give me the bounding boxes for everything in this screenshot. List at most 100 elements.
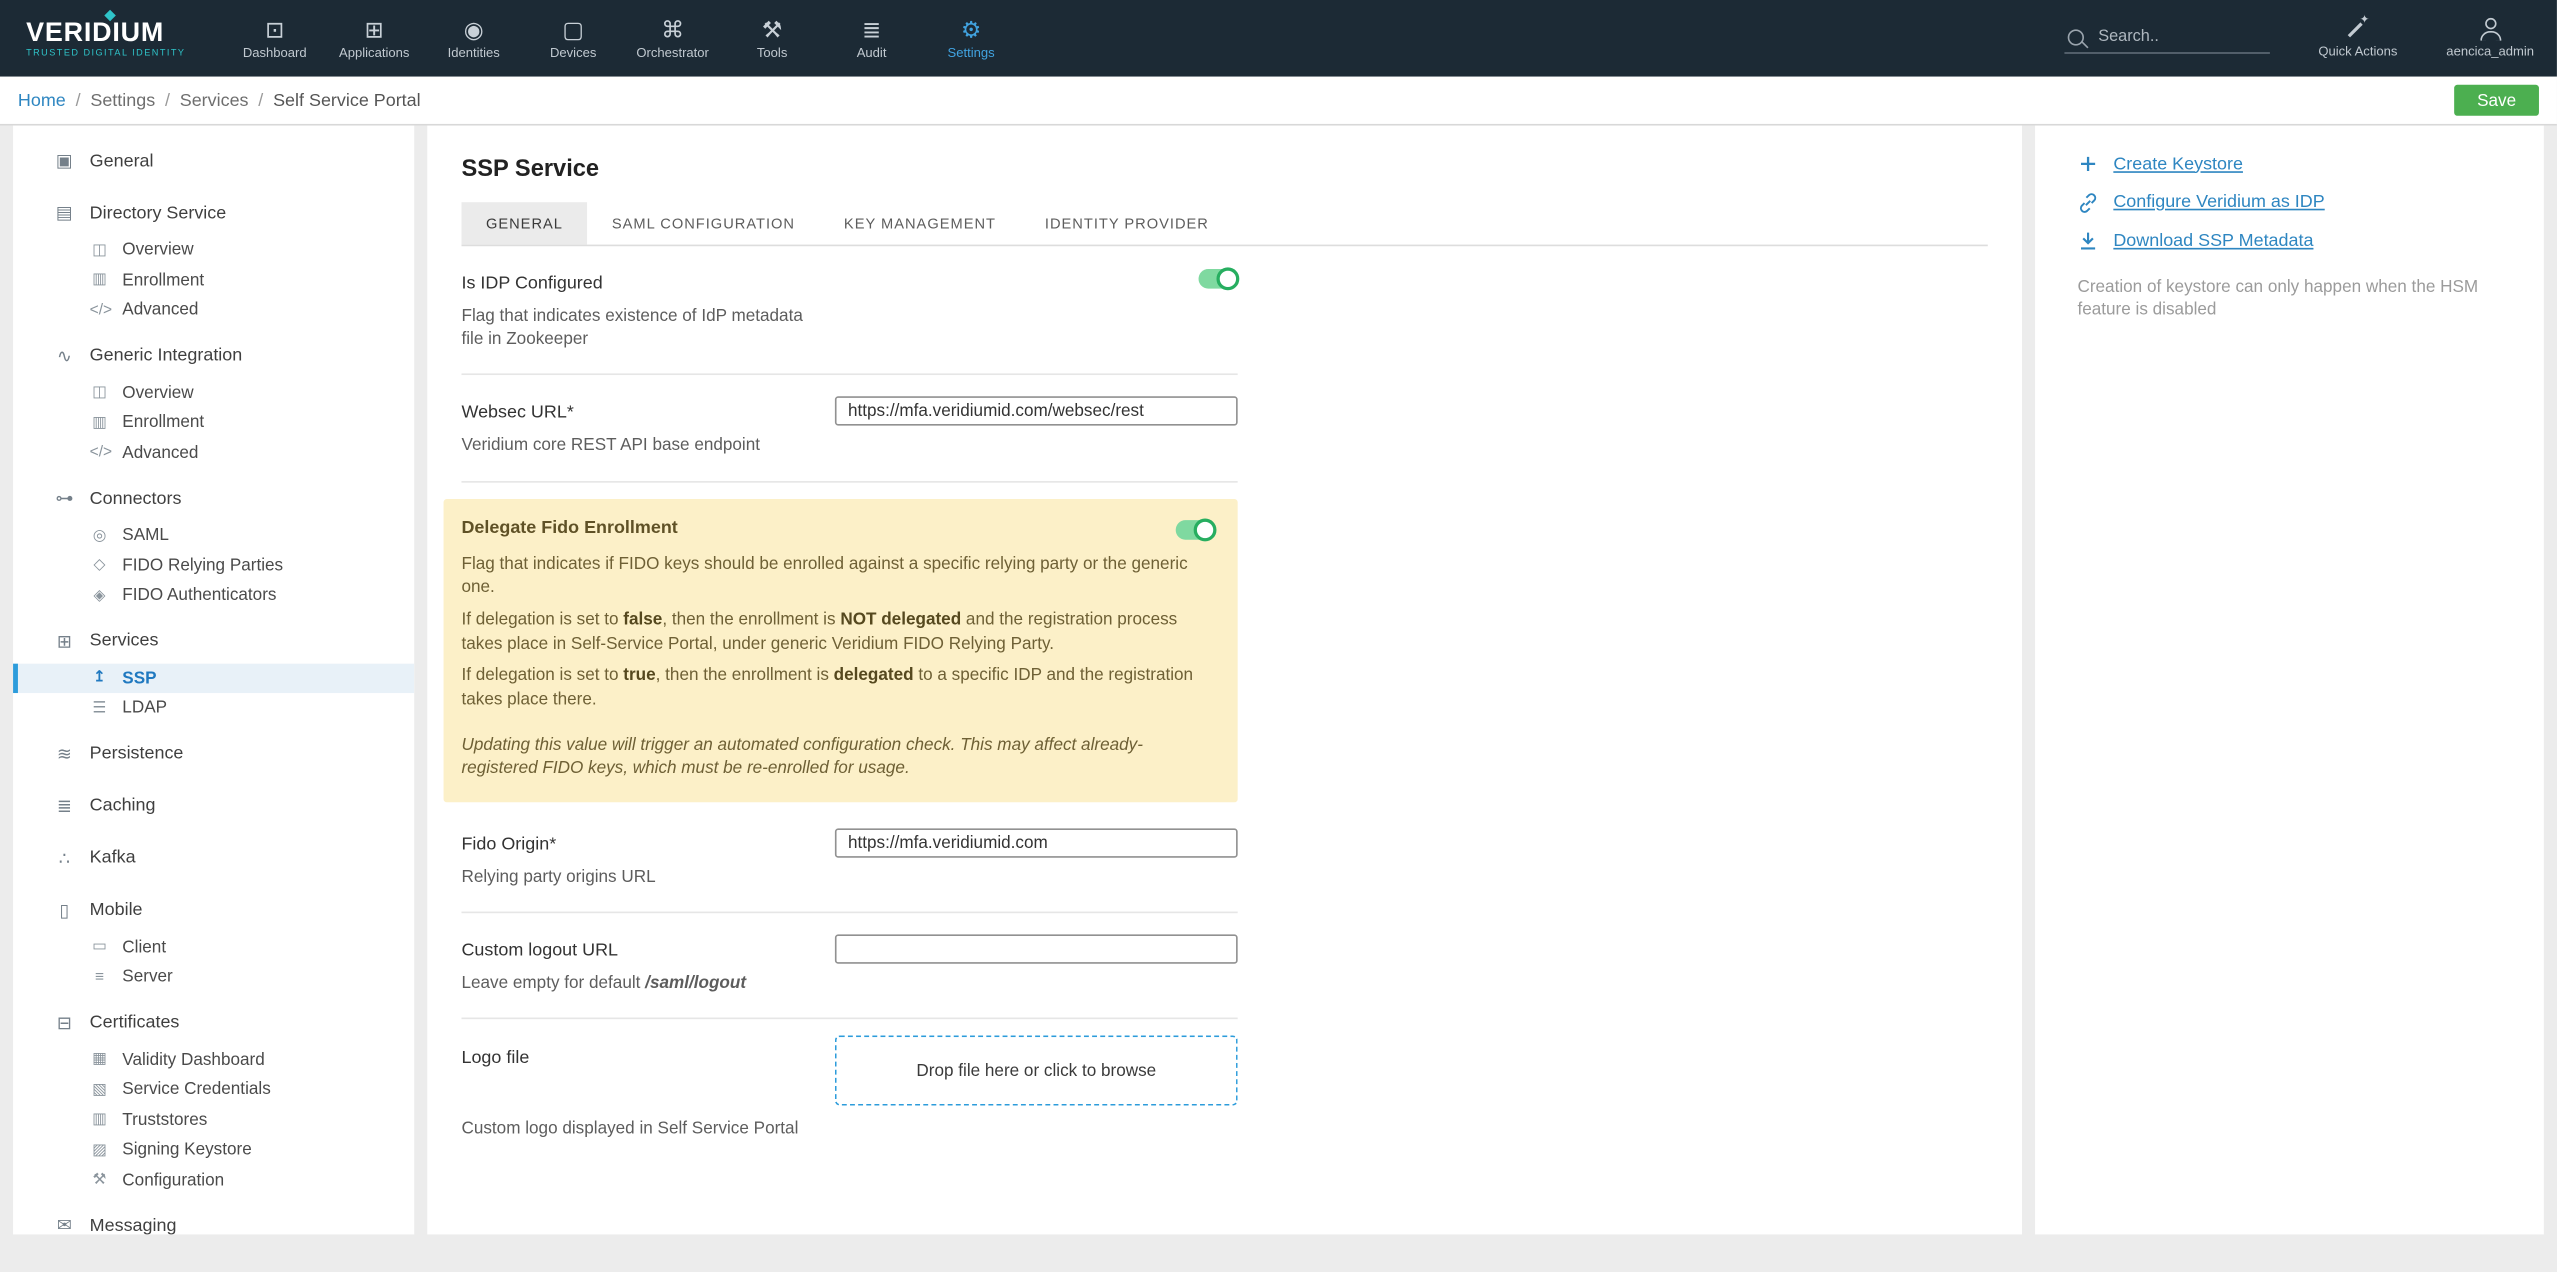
nav-identities-label: Identities bbox=[447, 45, 500, 61]
sidebar-item-directory-overview[interactable]: ◫ Overview bbox=[13, 235, 414, 265]
key-icon: ◈ bbox=[93, 586, 106, 605]
websec-url-input[interactable] bbox=[834, 396, 1238, 427]
search-icon bbox=[2067, 28, 2084, 45]
breadcrumb-home[interactable]: Home bbox=[18, 91, 66, 111]
nav-applications[interactable]: ⊞ Applications bbox=[325, 0, 424, 77]
veridium-logo[interactable]: VERIDIUM TRUSTED DIGITAL IDENTITY bbox=[26, 0, 202, 77]
server-icon: ≡ bbox=[94, 968, 104, 987]
sidebar-item-mobile-client[interactable]: ▭ Client bbox=[13, 932, 414, 962]
create-keystore-link[interactable]: Create Keystore bbox=[2077, 153, 2511, 174]
sidebar-item-validity-dashboard[interactable]: ▦ Validity Dashboard bbox=[13, 1044, 414, 1074]
sidebar-item-label: Configuration bbox=[122, 1170, 225, 1190]
services-icon: ⊞ bbox=[56, 631, 72, 652]
settings-icon: ⚙ bbox=[960, 16, 982, 43]
custom-logout-input[interactable] bbox=[834, 934, 1238, 965]
sidebar-item-fido-authenticators[interactable]: ◈ FIDO Authenticators bbox=[13, 581, 414, 611]
is-idp-configured-toggle[interactable] bbox=[1198, 267, 1240, 291]
sidebar-item-persistence[interactable]: ≋ Persistence bbox=[13, 731, 414, 775]
sidebar-item-generic-advanced[interactable]: </> Advanced bbox=[13, 438, 414, 468]
sidebar-item-services[interactable]: ⊞ Services bbox=[13, 619, 414, 663]
sidebar-item-label: Overview bbox=[122, 240, 194, 260]
quick-actions-icon bbox=[2346, 13, 2370, 41]
nav-settings[interactable]: ⚙ Settings bbox=[921, 0, 1020, 77]
logo-dropzone[interactable]: Drop file here or click to browse bbox=[834, 1036, 1238, 1107]
shield-icon: ◇ bbox=[93, 556, 106, 575]
nav-settings-label: Settings bbox=[947, 45, 995, 61]
breadcrumb-current: Self Service Portal bbox=[273, 90, 421, 111]
sidebar-item-ssp[interactable]: ↥ SSP bbox=[13, 662, 415, 694]
nav-audit[interactable]: ≣ Audit bbox=[822, 0, 921, 77]
sidebar-item-label: Enrollment bbox=[122, 412, 205, 433]
download-icon bbox=[2077, 230, 2098, 251]
identities-icon: ◉ bbox=[463, 16, 484, 43]
sidebar-item-label: Advanced bbox=[122, 300, 199, 321]
field-delegate-fido-enrollment: Delegate Fido Enrollment Flag that indic… bbox=[443, 498, 1238, 803]
nav-orchestrator-label: Orchestrator bbox=[636, 45, 709, 61]
sidebar-item-saml[interactable]: ◎ SAML bbox=[13, 520, 414, 550]
sidebar-item-connectors[interactable]: ⊶ Connectors bbox=[13, 476, 414, 520]
sidebar-item-label: SSP bbox=[122, 668, 157, 688]
keystore-hsm-note: Creation of keystore can only happen whe… bbox=[2077, 277, 2479, 320]
sidebar-item-messaging[interactable]: ✉ Messaging bbox=[13, 1203, 414, 1235]
websec-url-desc: Veridium core REST API base endpoint bbox=[461, 435, 761, 456]
delegate-fido-toggle[interactable] bbox=[1175, 517, 1217, 541]
nav-orchestrator[interactable]: ⌘ Orchestrator bbox=[623, 0, 722, 77]
overview-icon: ◫ bbox=[92, 383, 107, 402]
sidebar-item-generic-overview[interactable]: ◫ Overview bbox=[13, 377, 414, 407]
sidebar-item-generic-enrollment[interactable]: ▥ Enrollment bbox=[13, 408, 414, 438]
download-ssp-metadata-link[interactable]: Download SSP Metadata bbox=[2077, 230, 2511, 251]
sidebar-item-generic-integration[interactable]: ∿ Generic Integration bbox=[13, 333, 414, 377]
sidebar-item-mobile[interactable]: ▯ Mobile bbox=[13, 888, 414, 932]
sidebar-item-directory-service[interactable]: ▤ Directory Service bbox=[13, 191, 414, 235]
delegate-desc-1: Flag that indicates if FIDO keys should … bbox=[461, 553, 1188, 598]
fido-origin-input[interactable] bbox=[834, 828, 1238, 858]
field-websec-url: Websec URL* Veridium core REST API base … bbox=[461, 376, 1238, 482]
breadcrumb-services[interactable]: Services bbox=[180, 91, 249, 111]
is-idp-configured-desc: Flag that indicates existence of IdP met… bbox=[461, 306, 803, 350]
sidebar-item-kafka[interactable]: ∴ Kafka bbox=[13, 836, 414, 880]
nav-devices[interactable]: ▢ Devices bbox=[523, 0, 622, 77]
breadcrumb-settings[interactable]: Settings bbox=[90, 91, 155, 111]
brand-tagline: TRUSTED DIGITAL IDENTITY bbox=[26, 48, 186, 58]
app-window: VERIDIUM TRUSTED DIGITAL IDENTITY ⊡ Dash… bbox=[0, 0, 2557, 1272]
nav-identities[interactable]: ◉ Identities bbox=[424, 0, 523, 77]
sidebar-item-caching[interactable]: ≣ Caching bbox=[13, 784, 414, 828]
sidebar-item-label: Kafka bbox=[89, 847, 136, 868]
top-navigation-bar: VERIDIUM TRUSTED DIGITAL IDENTITY ⊡ Dash… bbox=[0, 0, 2557, 77]
brand-name: VERIDIUM bbox=[26, 17, 165, 47]
sidebar-item-directory-enrollment[interactable]: ▥ Enrollment bbox=[13, 265, 414, 295]
sidebar-item-ldap[interactable]: ☰ LDAP bbox=[13, 693, 414, 723]
sidebar-item-mobile-server[interactable]: ≡ Server bbox=[13, 962, 414, 992]
validity-dashboard-icon: ▦ bbox=[92, 1050, 107, 1069]
tab-saml-configuration[interactable]: SAML CONFIGURATION bbox=[587, 202, 819, 244]
sidebar-item-label: Services bbox=[89, 631, 159, 651]
devices-icon: ▢ bbox=[562, 16, 584, 43]
user-menu[interactable]: aencica_admin bbox=[2446, 17, 2534, 59]
tab-key-management[interactable]: KEY MANAGEMENT bbox=[819, 202, 1020, 244]
sidebar-item-directory-advanced[interactable]: </> Advanced bbox=[13, 295, 414, 325]
sidebar-item-label: Enrollment bbox=[122, 270, 205, 290]
sidebar-item-signing-keystore[interactable]: ▨ Signing Keystore bbox=[13, 1135, 414, 1165]
content-area: ▣ General ▤ Directory Service ◫ Overview… bbox=[0, 125, 2557, 1235]
nav-tools[interactable]: ⚒ Tools bbox=[722, 0, 821, 77]
sidebar-item-certificates[interactable]: ⊟ Certificates bbox=[13, 1000, 414, 1044]
is-idp-configured-label: Is IDP Configured bbox=[461, 273, 603, 294]
quick-actions-button[interactable]: Quick Actions bbox=[2318, 13, 2397, 59]
fido-origin-label: Fido Origin* bbox=[461, 834, 557, 855]
breadcrumb-separator: / bbox=[258, 90, 264, 111]
sidebar-item-truststores[interactable]: ▥ Truststores bbox=[13, 1105, 414, 1135]
configure-veridium-idp-link[interactable]: Configure Veridium as IDP bbox=[2077, 192, 2511, 213]
tab-identity-provider[interactable]: IDENTITY PROVIDER bbox=[1020, 202, 1233, 244]
search-input[interactable] bbox=[2094, 26, 2265, 48]
tab-general[interactable]: GENERAL bbox=[461, 202, 588, 245]
sidebar-item-service-credentials[interactable]: ▧ Service Credentials bbox=[13, 1075, 414, 1105]
sidebar-item-fido-relying-parties[interactable]: ◇ FIDO Relying Parties bbox=[13, 550, 414, 580]
sidebar-item-configuration[interactable]: ⚒ Configuration bbox=[13, 1165, 414, 1195]
nav-dashboard[interactable]: ⊡ Dashboard bbox=[225, 0, 324, 77]
certificates-icon: ⊟ bbox=[56, 1013, 72, 1034]
sidebar-item-general[interactable]: ▣ General bbox=[13, 139, 414, 183]
ssp-tabs: GENERAL SAML CONFIGURATION KEY MANAGEMEN… bbox=[461, 202, 1988, 247]
database-icon: ≋ bbox=[56, 744, 72, 764]
code-icon: </> bbox=[89, 443, 113, 462]
save-button[interactable]: Save bbox=[2454, 84, 2539, 116]
